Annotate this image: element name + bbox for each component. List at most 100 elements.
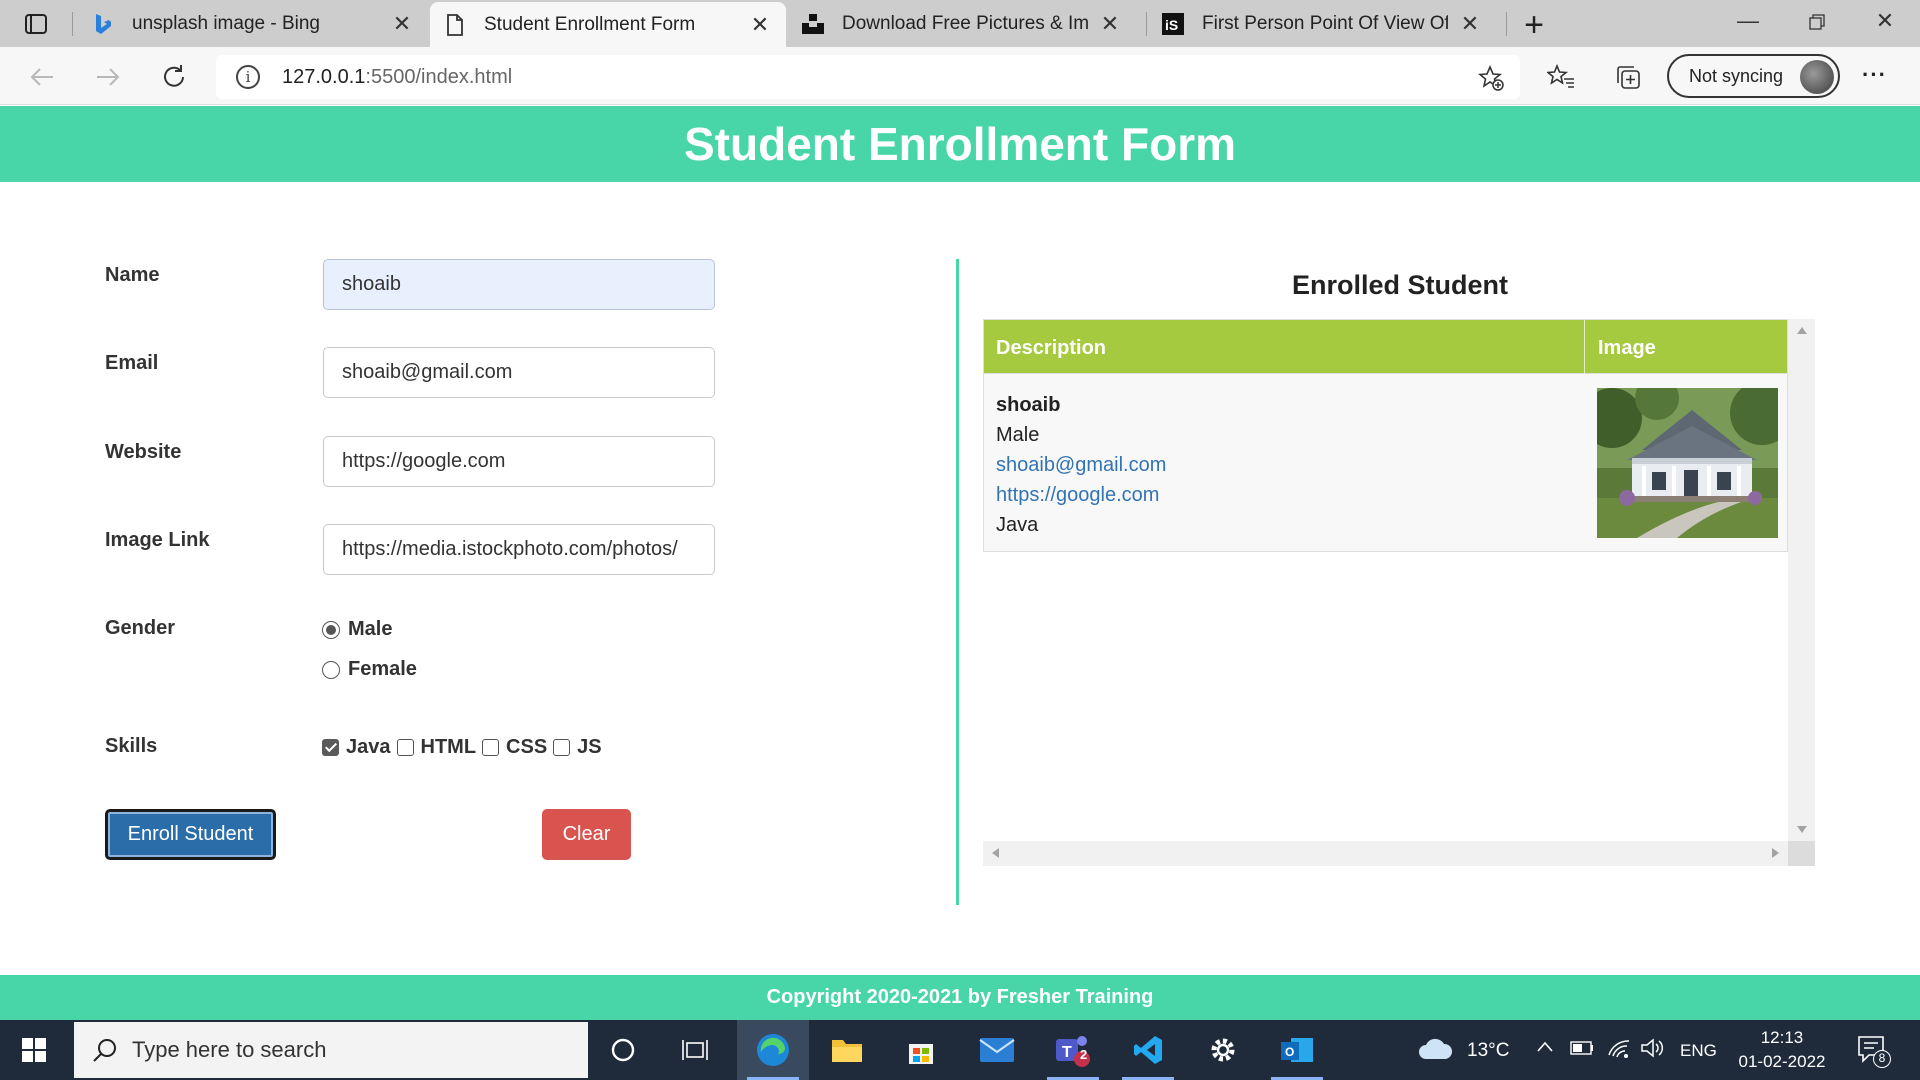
back-icon[interactable] [22,57,62,97]
volume-icon[interactable] [1640,1037,1664,1064]
notification-icon[interactable]: 8 [1857,1034,1891,1071]
scrollbar-corner [1788,841,1815,866]
gender-label: Gender [105,617,176,639]
file-explorer-icon[interactable] [811,1020,883,1080]
horizontal-scrollbar[interactable] [983,841,1788,866]
favorites-icon[interactable] [1545,61,1577,93]
language-indicator[interactable]: ENG [1680,1041,1717,1061]
tab-bing[interactable]: unsplash image - Bing ✕ [78,0,428,47]
svg-text:T: T [1062,1044,1072,1061]
student-skills: Java [996,514,1039,536]
taskbar-clock[interactable]: 12:13 01-02-2022 [1730,1026,1834,1074]
task-view-icon[interactable] [659,1020,731,1080]
weather-cloud-icon[interactable] [1417,1035,1453,1066]
vscode-icon[interactable] [1112,1020,1184,1080]
vertical-scrollbar[interactable] [1788,319,1815,841]
notification-count-badge: 8 [1873,1050,1891,1068]
student-website-link[interactable]: https://google.com [996,480,1166,510]
close-tab-icon[interactable]: ✕ [1098,11,1122,37]
name-label: Name [105,264,160,286]
clock-time: 12:13 [1760,1028,1804,1047]
email-input[interactable] [323,347,715,398]
address-bar[interactable]: i 127.0.0.1:5500/index.html [216,55,1520,99]
clear-button[interactable]: Clear [542,809,631,860]
tab-student-enrollment[interactable]: Student Enrollment Form ✕ [430,2,786,47]
search-icon [92,1037,118,1063]
windows-start-icon[interactable] [22,1038,46,1062]
skill-css[interactable]: CSS [482,736,547,759]
bing-icon [92,13,114,35]
outlook-icon[interactable]: O [1261,1020,1333,1080]
enrolled-student-title: Enrolled Student [1292,270,1508,300]
column-image: Image [1598,337,1656,359]
close-tab-icon[interactable]: ✕ [1458,11,1482,37]
microsoft-store-icon[interactable] [885,1020,957,1080]
taskbar-search-box[interactable]: Type here to search [74,1022,588,1078]
edge-taskbar-icon[interactable] [737,1020,809,1080]
image-link-input[interactable] [323,524,715,575]
battery-icon[interactable] [1570,1041,1594,1060]
enrolled-table: Description Image shoaib Male shoaib@gma… [983,319,1815,866]
skill-java[interactable]: Java [322,736,391,759]
table-row: shoaib Male shoaib@gmail.com https://goo… [983,374,1788,552]
teams-icon[interactable]: T 2 [1037,1020,1109,1080]
skill-html[interactable]: HTML [396,736,476,759]
forward-icon[interactable] [88,57,128,97]
profile-sync-button[interactable]: Not syncing [1667,54,1840,98]
column-description: Description [996,337,1107,359]
browser-tab-strip: unsplash image - Bing ✕ Student Enrollme… [0,0,1920,47]
js-checkbox[interactable] [553,739,571,756]
website-input[interactable] [323,436,715,487]
clock-date: 01-02-2022 [1738,1052,1826,1071]
mail-icon[interactable] [961,1020,1033,1080]
student-email-link[interactable]: shoaib@gmail.com [996,450,1166,480]
css-checkbox[interactable] [482,739,500,756]
tab-actions-icon[interactable] [18,10,52,38]
female-radio[interactable] [322,660,340,679]
avatar [1800,60,1834,94]
name-input[interactable] [323,259,715,310]
document-icon [444,13,466,36]
close-tab-icon[interactable]: ✕ [748,12,772,38]
html-checkbox[interactable] [396,739,414,756]
male-radio[interactable] [322,620,340,639]
wifi-icon[interactable] [1607,1037,1631,1064]
more-options-icon[interactable]: ··· [1862,62,1887,88]
tab-unsplash[interactable]: Download Free Pictures & Images ✕ [788,0,1136,47]
gender-option-male[interactable]: Male [322,618,392,641]
minimize-icon[interactable]: — [1723,8,1773,38]
enroll-student-button[interactable]: Enroll Student [105,809,276,860]
refresh-icon[interactable] [154,57,194,97]
browser-toolbar: i 127.0.0.1:5500/index.html Not syncing … [0,47,1920,105]
tab-title: Download Free Pictures & Images [842,12,1088,34]
settings-gear-icon[interactable] [1187,1020,1259,1080]
new-tab-icon[interactable]: + [1517,6,1551,45]
section-divider [956,259,959,905]
url-text[interactable]: 127.0.0.1:5500/index.html [282,66,512,89]
windows-taskbar: Type here to search T 2 O 13°C ENG 12:13… [0,1020,1920,1080]
gender-option-female[interactable]: Female [322,658,417,681]
tab-title: unsplash image - Bing [132,12,320,34]
site-info-icon[interactable]: i [236,65,260,89]
page-title: Student Enrollment Form [0,106,1920,182]
add-favorite-icon[interactable] [1477,64,1504,91]
skills-label: Skills [105,735,158,757]
skill-js[interactable]: JS [553,736,602,759]
chevron-up-icon[interactable] [1536,1038,1554,1061]
collections-icon[interactable] [1612,61,1644,93]
unsplash-icon [802,13,824,35]
teams-badge: 2 [1080,1047,1088,1062]
scroll-down-icon[interactable] [1797,826,1807,833]
restore-icon[interactable] [1792,8,1842,38]
tab-istock[interactable]: iS First Person Point Of View Of A W ✕ [1148,0,1496,47]
cortana-icon[interactable] [587,1020,659,1080]
scroll-left-icon[interactable] [992,848,999,858]
scroll-up-icon[interactable] [1797,327,1807,334]
java-checkbox[interactable] [322,739,339,756]
tab-title: Student Enrollment Form [484,13,696,35]
close-window-icon[interactable]: ✕ [1860,8,1910,38]
close-tab-icon[interactable]: ✕ [390,11,414,37]
website-label: Website [105,441,182,463]
scroll-right-icon[interactable] [1772,848,1779,858]
temperature[interactable]: 13°C [1467,1040,1509,1062]
